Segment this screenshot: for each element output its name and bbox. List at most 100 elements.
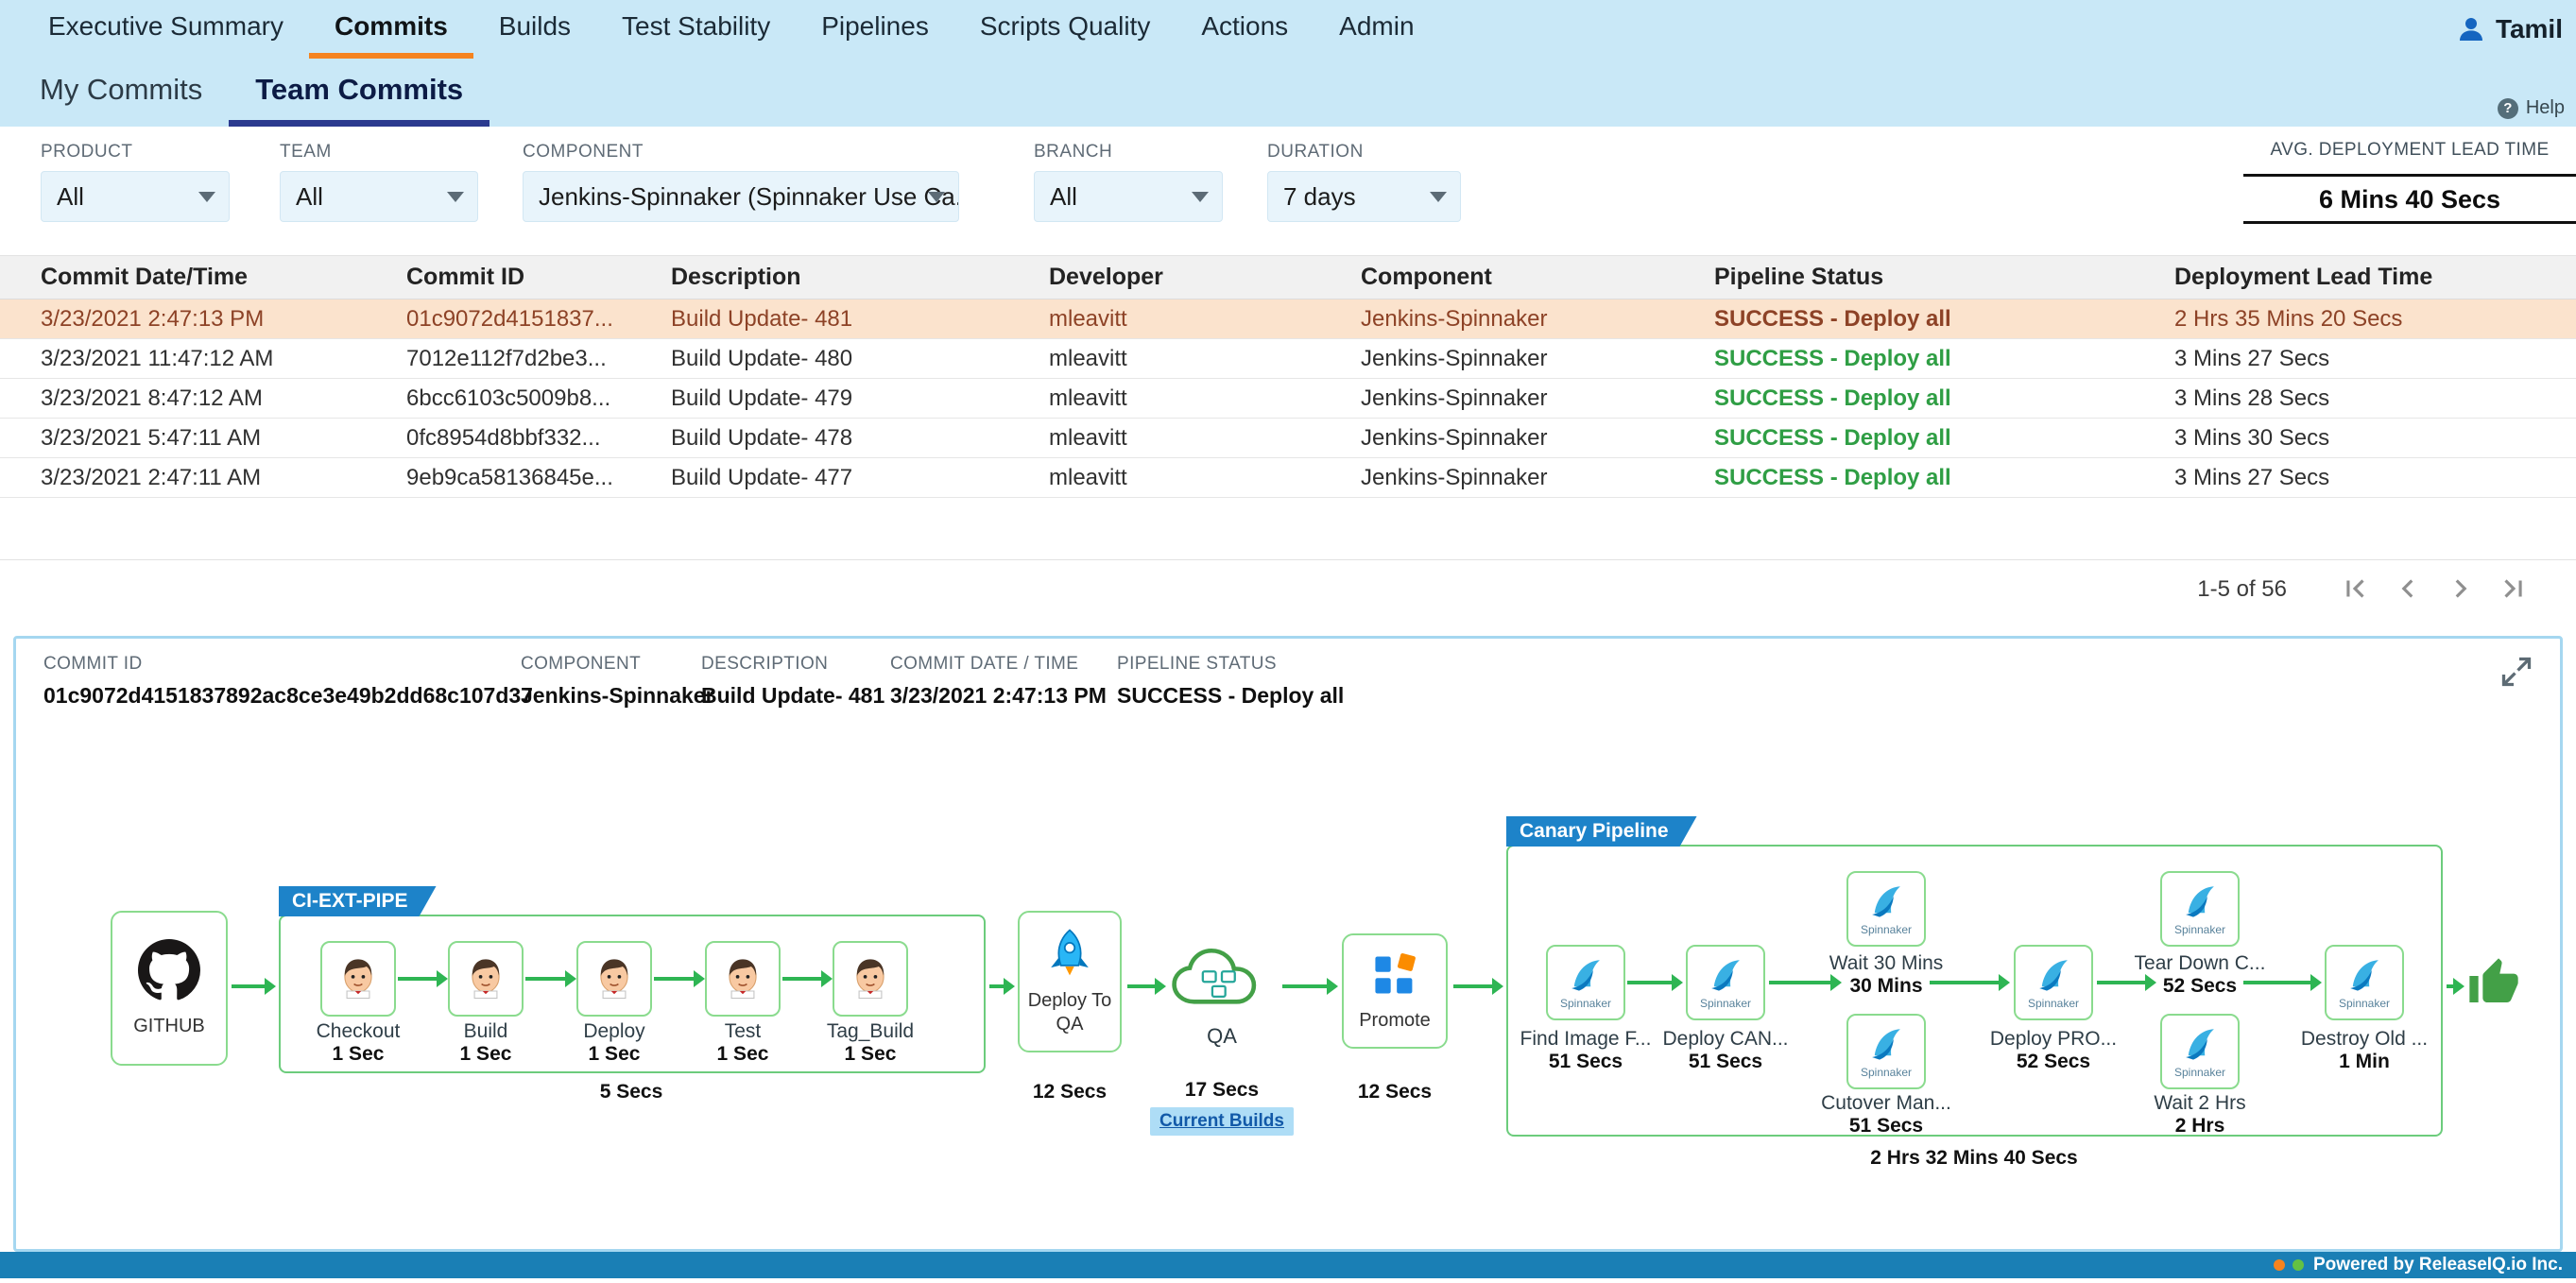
- stage-label: Tag_Build 1 Sec: [799, 1020, 941, 1066]
- nav-item-executive-summary[interactable]: Executive Summary: [23, 0, 309, 59]
- user-menu[interactable]: Tamil: [2456, 0, 2563, 59]
- cell-status: SUCCESS - Deploy all: [1695, 339, 2155, 379]
- nav-item-test-stability[interactable]: Test Stability: [596, 0, 796, 59]
- flow-arrow: [2243, 981, 2311, 984]
- stage-label: Find Image F... 51 Secs: [1515, 1028, 1657, 1073]
- tab-team-commits[interactable]: Team Commits: [229, 59, 489, 127]
- flow-arrow: [1930, 981, 2000, 984]
- help-icon: [2498, 98, 2518, 119]
- footer-text: Powered by ReleaseIQ.io Inc.: [2313, 1255, 2563, 1275]
- canary-group-flag: Canary Pipeline: [1506, 816, 1697, 847]
- stage-deploy[interactable]: [576, 941, 652, 1017]
- stage-label: Checkout 1 Sec: [287, 1020, 429, 1066]
- stage-build[interactable]: [448, 941, 524, 1017]
- flow-arrow: [1127, 984, 1156, 988]
- chevron-left-icon: [2392, 573, 2424, 605]
- last-page-icon: [2498, 573, 2530, 605]
- stage-label: Wait 30 Mins 30 Mins: [1815, 952, 1957, 998]
- nav-item-scripts-quality[interactable]: Scripts Quality: [954, 0, 1176, 59]
- table-row[interactable]: 3/23/2021 8:47:12 AM 6bcc6103c5009b8... …: [0, 379, 2576, 419]
- duration-filter-select[interactable]: 7 days: [1267, 171, 1461, 222]
- cell-status: SUCCESS - Deploy all: [1695, 458, 2155, 498]
- stage-label: Destroy Old ... 1 Min: [2293, 1028, 2435, 1073]
- footer: Powered by ReleaseIQ.io Inc.: [0, 1252, 2576, 1278]
- commits-table: Commit Date/Time Commit ID Description D…: [0, 255, 2576, 498]
- cell-commit-id: 01c9072d4151837...: [387, 299, 652, 339]
- jenkins-icon: [590, 954, 639, 1003]
- team-filter-label: TEAM: [280, 142, 478, 163]
- table-row[interactable]: 3/23/2021 2:47:11 AM 9eb9ca58136845e... …: [0, 458, 2576, 498]
- user-name: Tamil: [2496, 14, 2563, 44]
- first-page-button[interactable]: [2338, 573, 2372, 607]
- component-filter-value: Jenkins-Spinnaker (Spinnaker Use Ca...: [539, 182, 959, 212]
- tab-my-commits[interactable]: My Commits: [13, 59, 229, 127]
- stage-label: Test 1 Sec: [672, 1020, 814, 1066]
- prev-page-button[interactable]: [2391, 573, 2425, 607]
- chevron-down-icon: [447, 192, 464, 202]
- nav-item-pipelines[interactable]: Pipelines: [796, 0, 954, 59]
- chevron-down-icon: [198, 192, 215, 202]
- pipeline-node-qa[interactable]: [1170, 943, 1274, 1020]
- stage-label: Tear Down C... 52 Secs: [2129, 952, 2271, 998]
- team-filter-select[interactable]: All: [280, 171, 478, 222]
- next-page-button[interactable]: [2444, 573, 2478, 607]
- cell-lead-time: 3 Mins 28 Secs: [2155, 379, 2576, 419]
- col-component: Component: [1342, 256, 1695, 299]
- ci-total-time: 5 Secs: [537, 1081, 726, 1103]
- pipeline-node-deploy-to-qa[interactable]: Deploy To QA: [1018, 911, 1122, 1052]
- pipeline-node-promote[interactable]: Promote: [1342, 933, 1448, 1049]
- last-page-button[interactable]: [2497, 573, 2531, 607]
- component-filter-select[interactable]: Jenkins-Spinnaker (Spinnaker Use Ca...: [523, 171, 959, 222]
- cell-component: Jenkins-Spinnaker: [1342, 299, 1695, 339]
- stage-test[interactable]: [705, 941, 781, 1017]
- cell-description: Build Update- 480: [652, 339, 1030, 379]
- promote-icon: [1370, 950, 1419, 1000]
- branch-filter-select[interactable]: All: [1034, 171, 1223, 222]
- current-builds-link[interactable]: Current Builds: [1150, 1107, 1294, 1136]
- product-filter-select[interactable]: All: [41, 171, 230, 222]
- stage-checkout[interactable]: [320, 941, 396, 1017]
- cell-lead-time: 3 Mins 27 Secs: [2155, 458, 2576, 498]
- stage-label: Build 1 Sec: [415, 1020, 557, 1066]
- cell-developer: mleavitt: [1030, 379, 1342, 419]
- stage-label: Cutover Man... 51 Secs: [1815, 1092, 1957, 1138]
- stage-tag-build[interactable]: [833, 941, 908, 1017]
- thumbs-up-icon: [2467, 956, 2520, 1014]
- stage-wait-2-hrs[interactable]: Spinnaker: [2160, 1014, 2240, 1089]
- stage-destroy-old[interactable]: Spinnaker: [2325, 945, 2404, 1020]
- nav-item-builds[interactable]: Builds: [473, 0, 596, 59]
- table-empty-area: [0, 498, 2576, 560]
- flow-arrow: [232, 984, 266, 988]
- stage-label: Deploy CAN... 51 Secs: [1655, 1028, 1796, 1073]
- nav-item-actions[interactable]: Actions: [1176, 0, 1314, 59]
- stage-label: Wait 2 Hrs 2 Hrs: [2129, 1092, 2271, 1138]
- spinnaker-icon: [1706, 955, 1745, 995]
- cell-description: Build Update- 477: [652, 458, 1030, 498]
- stage-cutover-manifest[interactable]: Spinnaker: [1846, 1014, 1926, 1089]
- cell-description: Build Update- 478: [652, 419, 1030, 458]
- cell-commit-id: 7012e112f7d2be3...: [387, 339, 652, 379]
- promote-label: Promote: [1353, 1009, 1436, 1033]
- help-button[interactable]: Help: [2498, 97, 2565, 119]
- col-developer: Developer: [1030, 256, 1342, 299]
- ci-pipeline-group: CI-EXT-PIPE Checkout 1 Sec Build 1 Sec: [279, 915, 986, 1073]
- nav-item-admin[interactable]: Admin: [1314, 0, 1439, 59]
- lead-time-value: 6 Mins 40 Secs: [2243, 174, 2576, 224]
- pagination: 1-5 of 56: [0, 560, 2576, 619]
- duration-filter-value: 7 days: [1283, 182, 1356, 212]
- table-row[interactable]: 3/23/2021 2:47:13 PM 01c9072d4151837... …: [0, 299, 2576, 339]
- table-row[interactable]: 3/23/2021 5:47:11 AM 0fc8954d8bbf332... …: [0, 419, 2576, 458]
- stage-deploy-canary[interactable]: Spinnaker: [1686, 945, 1765, 1020]
- spinnaker-icon: [1866, 1024, 1906, 1064]
- stage-find-image[interactable]: Spinnaker: [1546, 945, 1625, 1020]
- stage-deploy-prod[interactable]: Spinnaker: [2014, 945, 2093, 1020]
- pipeline-node-github[interactable]: GITHUB: [111, 911, 228, 1066]
- canary-total-time: 2 Hrs 32 Mins 40 Secs: [1861, 1147, 2087, 1170]
- stage-label: Deploy PRO... 52 Secs: [1983, 1028, 2124, 1073]
- stage-tear-down[interactable]: Spinnaker: [2160, 871, 2240, 947]
- stage-wait-30-mins[interactable]: Spinnaker: [1846, 871, 1926, 947]
- spinnaker-icon: [2344, 955, 2384, 995]
- table-row[interactable]: 3/23/2021 11:47:12 AM 7012e112f7d2be3...…: [0, 339, 2576, 379]
- nav-item-commits[interactable]: Commits: [309, 0, 473, 59]
- col-commit-date: Commit Date/Time: [0, 256, 387, 299]
